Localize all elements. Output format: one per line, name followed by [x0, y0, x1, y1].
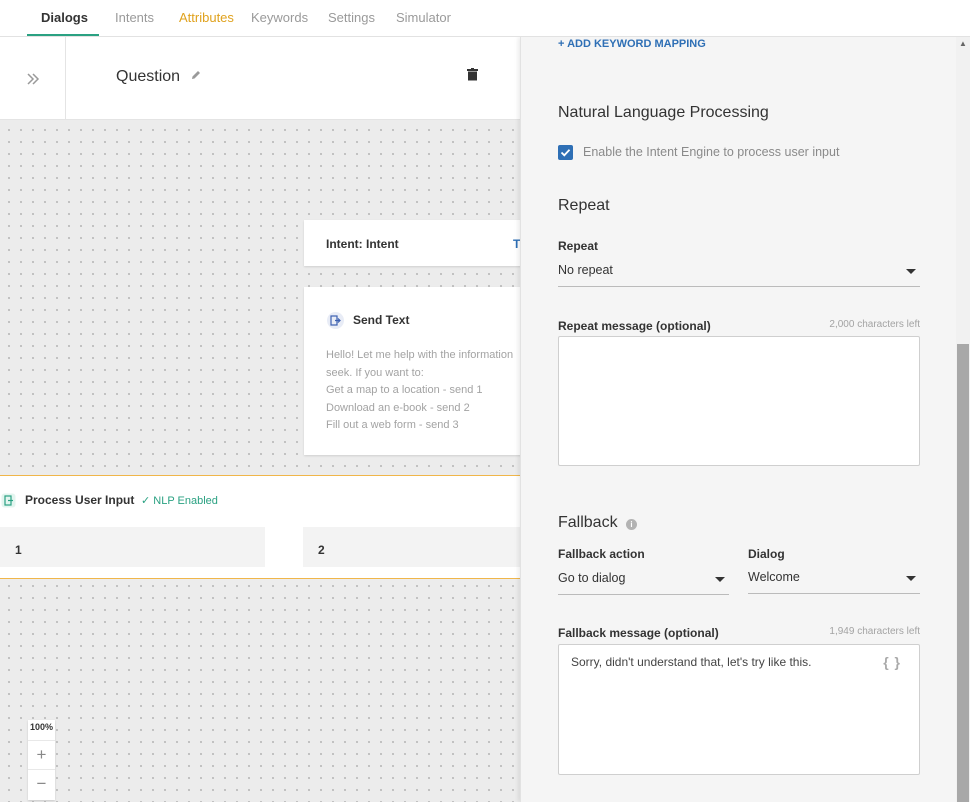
send-text-card[interactable]: Send Text Hello! Let me help with the in… — [304, 287, 520, 455]
input-option-1[interactable]: 1 — [0, 527, 265, 567]
repeat-message-textarea[interactable] — [558, 336, 920, 466]
info-icon[interactable]: i — [626, 519, 637, 530]
dialog-header: Question — [0, 37, 520, 120]
process-input-icon — [1, 493, 16, 508]
send-text-line: Hello! Let me help with the information — [326, 349, 514, 361]
zoom-in-button[interactable]: + — [28, 740, 55, 768]
enable-intent-engine-checkbox[interactable] — [558, 145, 573, 160]
settings-panel: + ADD KEYWORD MAPPING Natural Language P… — [520, 37, 956, 802]
send-text-card-title: Send Text — [353, 313, 410, 327]
input-option-2[interactable]: 2 — [303, 527, 520, 567]
send-text-card-body: Hello! Let me help with the information … — [326, 347, 520, 435]
fallback-heading: Fallback — [558, 514, 618, 531]
add-keyword-mapping-link[interactable]: + ADD KEYWORD MAPPING — [558, 38, 706, 50]
dialog-select[interactable]: Welcome — [748, 570, 920, 594]
process-user-input-title: Process User Input — [25, 493, 135, 507]
fallback-action-label: Fallback action — [558, 547, 645, 561]
checkmark-icon — [560, 149, 571, 157]
scrollbar-thumb[interactable] — [957, 344, 969, 802]
dropdown-caret-icon — [906, 576, 916, 581]
double-chevron-right-icon — [26, 72, 39, 85]
expand-sidebar-button[interactable] — [0, 37, 66, 120]
zoom-controls: 100% + − — [28, 720, 55, 800]
repeat-message-char-count: 2,000 characters left — [829, 319, 920, 330]
fallback-message-label: Fallback message (optional) — [558, 626, 719, 640]
zoom-level: 100% — [29, 722, 54, 732]
nlp-enabled-badge: ✓ NLP Enabled — [141, 494, 218, 507]
dropdown-caret-icon — [906, 269, 916, 274]
nlp-heading: Natural Language Processing — [558, 104, 769, 121]
edit-pencil-icon[interactable] — [190, 69, 202, 81]
tab-dialogs[interactable]: Dialogs — [41, 10, 88, 25]
fallback-message-char-count: 1,949 characters left — [829, 626, 920, 637]
dropdown-caret-icon — [715, 577, 725, 582]
repeat-selected-value: No repeat — [558, 263, 613, 277]
intent-card-title: Intent: Intent — [326, 237, 399, 251]
dialog-label: Dialog — [748, 547, 785, 561]
active-tab-indicator — [27, 34, 99, 36]
repeat-heading: Repeat — [558, 197, 610, 214]
process-user-input-block[interactable]: Process User Input ✓ NLP Enabled 1 2 — [0, 475, 520, 579]
repeat-field-label: Repeat — [558, 239, 599, 253]
top-nav: Dialogs Intents Attributes Keywords Sett… — [0, 0, 970, 37]
scroll-up-arrow-icon[interactable]: ▲ — [959, 39, 967, 48]
send-text-line: Get a map to a location - send 1 — [326, 384, 483, 396]
delete-trash-icon[interactable] — [467, 68, 478, 81]
repeat-select[interactable]: No repeat — [558, 263, 920, 287]
send-text-line: Fill out a web form - send 3 — [326, 419, 459, 431]
panel-scrollbar[interactable]: ▲ — [956, 37, 970, 802]
fallback-action-selected-value: Go to dialog — [558, 571, 626, 585]
tab-intents[interactable]: Intents — [115, 10, 154, 25]
intent-card-trigger[interactable]: T — [513, 237, 520, 251]
intent-card[interactable]: Intent: Intent T — [304, 220, 520, 266]
send-text-line: Download an e-book - send 2 — [326, 401, 470, 414]
tab-keywords[interactable]: Keywords — [251, 10, 308, 25]
checkmark-icon: ✓ — [141, 495, 154, 507]
zoom-out-button[interactable]: − — [28, 769, 55, 797]
repeat-message-label: Repeat message (optional) — [558, 319, 711, 333]
dialog-selected-value: Welcome — [748, 570, 800, 584]
tab-attributes[interactable]: Attributes — [179, 10, 234, 25]
fallback-action-select[interactable]: Go to dialog — [558, 571, 729, 595]
insert-variable-braces-icon[interactable]: { } — [883, 654, 901, 670]
nlp-enabled-label: NLP Enabled — [153, 495, 218, 507]
fallback-message-textarea[interactable]: Sorry, didn't understand that, let's try… — [558, 644, 920, 775]
tab-settings[interactable]: Settings — [328, 10, 375, 25]
dialog-canvas[interactable]: Question Intent: Intent T Send Text Hell… — [0, 37, 520, 802]
send-text-line: seek. If you want to: — [326, 366, 424, 379]
fallback-message-value: Sorry, didn't understand that, let's try… — [571, 655, 812, 669]
send-text-icon — [327, 312, 344, 329]
tab-simulator[interactable]: Simulator — [396, 10, 451, 25]
enable-intent-engine-label[interactable]: Enable the Intent Engine to process user… — [583, 145, 839, 159]
dialog-title[interactable]: Question — [116, 68, 180, 86]
